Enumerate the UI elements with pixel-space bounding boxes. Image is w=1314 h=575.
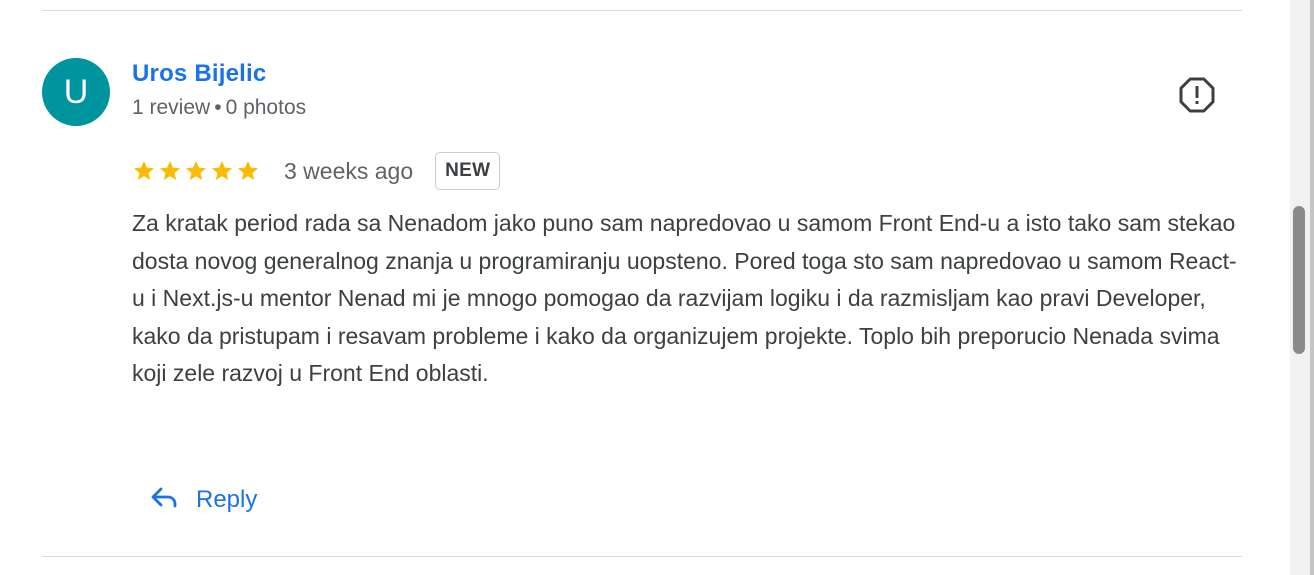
rating-row: 3 weeks ago NEW [132,150,501,192]
star-icon [212,161,232,180]
author-meta: 1 review • 0 photos [132,96,306,120]
report-icon[interactable] [1178,76,1216,114]
scrollbar-edge [1310,0,1314,575]
star-icon [160,161,180,180]
author-name-link[interactable]: Uros Bijelic [132,60,266,88]
review-time: 3 weeks ago [284,157,414,184]
scrollbar-thumb[interactable] [1293,206,1305,354]
star-rating [132,159,260,183]
bottom-divider [42,556,1242,557]
new-badge: NEW [435,152,501,190]
photos-count: 0 photos [225,96,307,119]
review-text: Za kratak period rada sa Nenadom jako pu… [132,210,1237,387]
top-divider [42,10,1242,11]
avatar[interactable]: U [42,58,110,126]
star-icon [186,161,206,180]
star-icon [238,161,258,180]
avatar-initial: U [63,72,89,111]
star-icon [134,161,154,180]
reply-arrow-icon [148,481,180,520]
meta-separator: • [214,96,222,119]
reply-button[interactable]: Reply [148,478,257,522]
reply-label: Reply [196,486,258,513]
reviews-count: 1 review [132,96,211,119]
